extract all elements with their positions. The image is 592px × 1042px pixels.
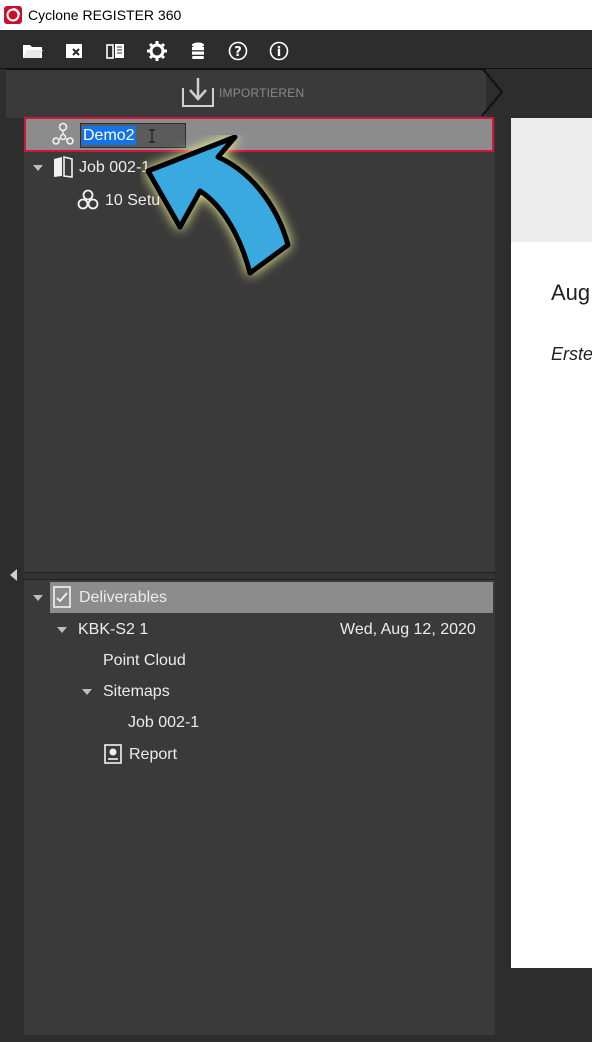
ribbon-step-chevron	[481, 68, 504, 117]
close-project-icon[interactable]	[64, 40, 86, 62]
content-page	[511, 118, 592, 968]
content-heading: Aug	[551, 280, 591, 305]
app-logo-icon	[4, 6, 22, 24]
annotation-arrow-icon	[145, 135, 291, 276]
panel-gutter	[495, 118, 511, 1042]
report-label[interactable]: Report	[129, 745, 177, 765]
content-subtext: Erste	[551, 344, 592, 364]
info-icon[interactable]: i	[268, 40, 290, 62]
svg-text:i: i	[277, 45, 281, 60]
content-header-band	[511, 118, 592, 242]
window-title: Cyclone REGISTER 360	[28, 7, 182, 23]
import-icon[interactable]	[181, 76, 215, 113]
expand-sitemaps-caret-icon[interactable]	[82, 689, 92, 695]
sitemap-job-label[interactable]: Job 002-1	[128, 713, 199, 733]
deliverable-item-date: Wed, Aug 12, 2020	[340, 621, 476, 638]
project-network-icon	[52, 122, 74, 151]
deliverable-item-label[interactable]: KBK-S2 1	[78, 620, 148, 640]
book-icon[interactable]	[105, 40, 127, 62]
folder-open-icon[interactable]	[22, 40, 44, 62]
collapse-panel-icon[interactable]	[10, 569, 17, 581]
report-icon	[104, 744, 122, 769]
expand-kbk-caret-icon[interactable]	[57, 627, 67, 633]
help-icon[interactable]: ?	[227, 40, 249, 62]
deliverables-label[interactable]: Deliverables	[79, 588, 167, 608]
job-book-icon	[52, 155, 74, 183]
content-footer	[511, 968, 592, 1042]
settings-gear-icon[interactable]	[146, 40, 168, 62]
rename-input-value[interactable]: Demo2	[82, 126, 136, 145]
svg-text:?: ?	[234, 45, 242, 60]
expand-job-caret-icon[interactable]	[33, 165, 43, 171]
sitemaps-label[interactable]: Sitemaps	[103, 682, 170, 702]
deliverables-icon	[53, 586, 71, 613]
setups-icon	[77, 189, 99, 216]
database-icon[interactable]	[187, 40, 209, 62]
import-label[interactable]: IMPORTIEREN	[219, 86, 304, 100]
panel-divider[interactable]	[24, 572, 495, 580]
toolbar	[0, 30, 592, 68]
expand-deliverables-caret-icon[interactable]	[33, 595, 43, 601]
point-cloud-label[interactable]: Point Cloud	[103, 651, 186, 671]
